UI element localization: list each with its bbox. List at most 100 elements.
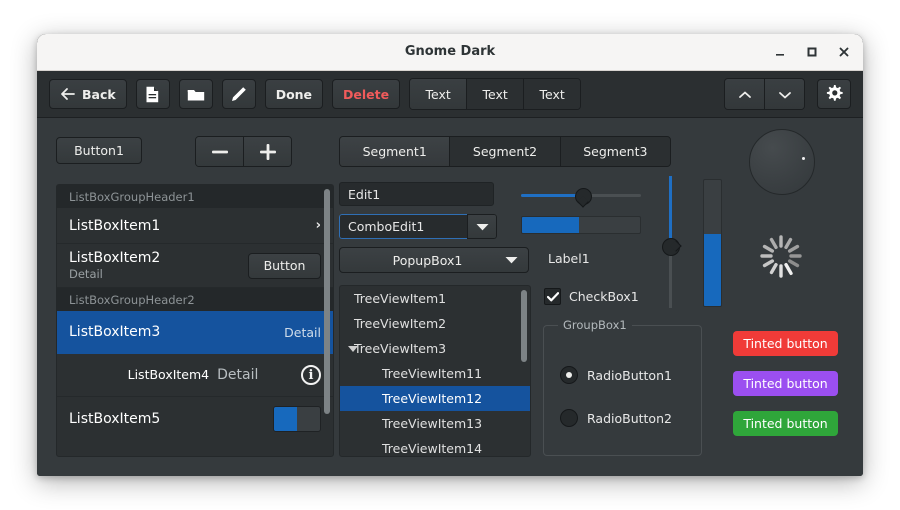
- horizontal-slider[interactable]: [521, 187, 641, 205]
- list-item-4[interactable]: ListBoxItem4 Detail i: [57, 354, 333, 397]
- edit-button[interactable]: [221, 79, 256, 109]
- close-button[interactable]: [833, 41, 855, 63]
- back-button-label: Back: [82, 86, 116, 102]
- chevron-down-icon: [778, 85, 792, 104]
- combo-edit-value: ComboEdit1: [348, 219, 425, 234]
- triangle-down-icon: [505, 257, 518, 264]
- gear-icon: [825, 85, 843, 103]
- new-document-button[interactable]: [135, 79, 170, 109]
- list-item-3-title: ListBoxItem3: [69, 324, 161, 340]
- radio-button-1[interactable]: [560, 366, 578, 384]
- maximize-button[interactable]: [801, 41, 823, 63]
- back-button[interactable]: Back: [49, 79, 127, 109]
- minus-icon: [211, 150, 228, 153]
- vertical-progress-bar: [703, 179, 722, 307]
- list-item-4-detail: Detail: [217, 367, 259, 383]
- toolbar-text-segmented-control[interactable]: Text Text Text: [409, 78, 582, 110]
- treeview-item-1[interactable]: TreeViewItem1: [340, 286, 530, 311]
- checkbox-label: CheckBox1: [569, 289, 639, 304]
- radio-button-1-label: RadioButton1: [587, 367, 672, 383]
- combo-edit-field[interactable]: ComboEdit1: [339, 214, 467, 239]
- folder-button[interactable]: [178, 79, 213, 109]
- delete-button[interactable]: Delete: [332, 79, 401, 109]
- knob-indicator: [802, 157, 805, 160]
- treeview-item-3[interactable]: TreeViewItem3: [340, 336, 530, 361]
- folder-icon: [187, 87, 205, 102]
- toolbar-up-button[interactable]: [725, 79, 765, 109]
- radio-row-2[interactable]: RadioButton2: [560, 409, 672, 427]
- window-title: Gnome Dark: [404, 44, 496, 59]
- vertical-slider[interactable]: [661, 176, 680, 308]
- treeview-scrollbar-thumb[interactable]: [521, 290, 527, 362]
- treeview-item-3-label: TreeViewItem3: [354, 341, 447, 356]
- combo-edit[interactable]: ComboEdit1: [339, 214, 497, 239]
- toggle-on-track: [274, 407, 297, 431]
- toolbar: Back Done Delete Text Text Text: [37, 71, 863, 118]
- horizontal-slider-fill: [521, 194, 582, 197]
- delete-button-label: Delete: [343, 86, 390, 102]
- list-item-2-button-label: Button: [263, 258, 306, 273]
- document-icon: [145, 86, 160, 103]
- tinted-button-red-label: Tinted button: [743, 336, 828, 351]
- radio-selected-dot: [566, 372, 572, 378]
- list-item-2[interactable]: ListBoxItem2 Detail Button: [57, 244, 333, 288]
- list-item-2-button[interactable]: Button: [248, 252, 321, 279]
- edit-field[interactable]: Edit1: [339, 182, 494, 206]
- toolbar-text-segment-1[interactable]: Text: [410, 79, 468, 109]
- segmented-control: Segment1 Segment2 Segment3: [339, 136, 671, 167]
- vertical-progress-fill: [704, 234, 721, 306]
- list-item-4-title: ListBoxItem4: [127, 367, 210, 382]
- list-item-1[interactable]: ListBoxItem1 ›: [57, 208, 333, 244]
- treeview-item-2[interactable]: TreeViewItem2: [340, 311, 530, 336]
- list-item-5-toggle-switch[interactable]: [273, 406, 321, 432]
- list-item-3-detail: Detail: [284, 324, 321, 340]
- rotary-knob[interactable]: [749, 129, 815, 195]
- tinted-button-purple[interactable]: Tinted button: [733, 371, 838, 396]
- minimize-button[interactable]: [769, 41, 791, 63]
- segment-3[interactable]: Segment3: [560, 137, 670, 166]
- toolbar-down-button[interactable]: [765, 79, 804, 109]
- toolbar-text-segment-2[interactable]: Text: [467, 79, 525, 109]
- horizontal-slider-handle[interactable]: [575, 188, 592, 205]
- list-item-3[interactable]: ListBoxItem3 Detail: [57, 311, 333, 354]
- treeview[interactable]: TreeViewItem1 TreeViewItem2 TreeViewItem…: [339, 285, 531, 457]
- treeview-item-13[interactable]: TreeViewItem13: [340, 411, 530, 436]
- checkbox[interactable]: [544, 288, 561, 305]
- radio-row-1[interactable]: RadioButton1: [560, 366, 672, 384]
- check-icon: [546, 291, 559, 301]
- radio-button-2-label: RadioButton2: [587, 410, 672, 426]
- settings-button[interactable]: [817, 79, 851, 109]
- expander-triangle-icon[interactable]: [348, 345, 358, 352]
- listbox-scrollbar[interactable]: [324, 189, 330, 425]
- button1[interactable]: Button1: [56, 137, 142, 164]
- checkbox-row[interactable]: CheckBox1: [544, 288, 639, 305]
- list-item-2-title: ListBoxItem2: [69, 250, 161, 266]
- treeview-item-14[interactable]: TreeViewItem14: [340, 436, 530, 456]
- segment-1[interactable]: Segment1: [340, 137, 451, 166]
- treeview-scrollbar[interactable]: [521, 290, 527, 452]
- stepper-plus-button[interactable]: [244, 137, 291, 166]
- label1: Label1: [548, 251, 590, 266]
- tinted-button-red[interactable]: Tinted button: [733, 331, 838, 356]
- treeview-item-12[interactable]: TreeViewItem12: [340, 386, 530, 411]
- button1-label: Button1: [74, 143, 124, 158]
- list-item-5[interactable]: ListBoxItem5: [57, 397, 333, 441]
- radio-button-2[interactable]: [560, 409, 578, 427]
- popup-box[interactable]: PopupBox1: [339, 247, 529, 273]
- list-item-5-title: ListBoxItem5: [69, 411, 161, 427]
- stepper-control: [195, 136, 292, 167]
- toolbar-text-segment-3[interactable]: Text: [524, 79, 581, 109]
- vertical-slider-handle[interactable]: [662, 238, 680, 256]
- tinted-button-green[interactable]: Tinted button: [733, 411, 838, 436]
- info-icon[interactable]: i: [301, 365, 321, 385]
- listbox-scrollbar-thumb[interactable]: [324, 189, 330, 414]
- stepper-minus-button[interactable]: [196, 137, 244, 166]
- window-controls: [769, 34, 855, 70]
- segment-2[interactable]: Segment2: [450, 137, 561, 166]
- screen: Gnome Dark Back Done Delete Text Text Te…: [0, 0, 900, 510]
- listbox[interactable]: ListBoxGroupHeader1 ListBoxItem1 › ListB…: [56, 184, 334, 457]
- combo-edit-dropdown-button[interactable]: [467, 214, 497, 239]
- done-button[interactable]: Done: [264, 79, 324, 109]
- treeview-item-11[interactable]: TreeViewItem11: [340, 361, 530, 386]
- plus-icon: [259, 143, 276, 160]
